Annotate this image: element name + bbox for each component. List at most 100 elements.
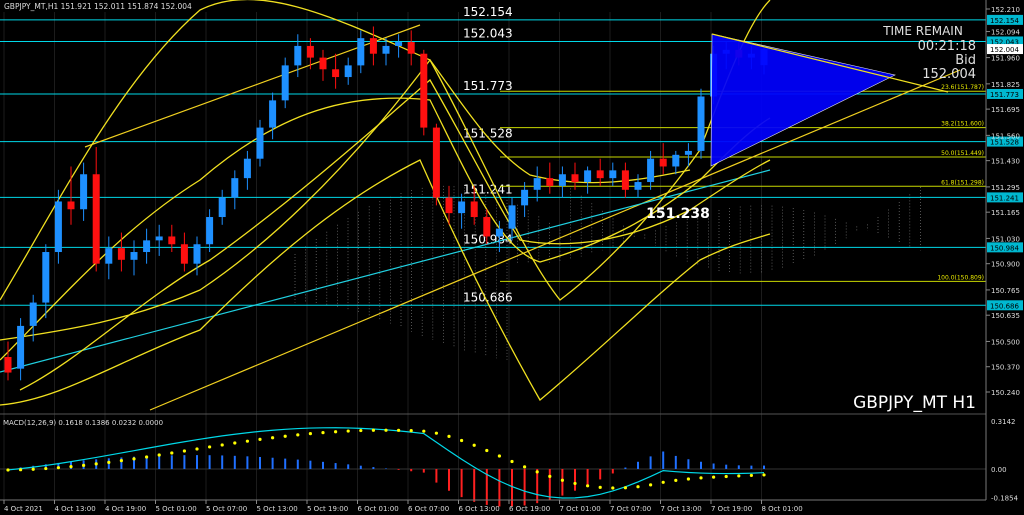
signal-dot [283,434,287,438]
candle-body [647,158,655,183]
level-tag-text: 150.984 [990,244,1019,252]
candle-body [483,217,491,237]
candle-body [584,170,592,183]
candle-body [382,45,390,54]
timer-title: TIME REMAIN [882,24,963,38]
candle-body [80,174,88,210]
candle-body [105,248,113,264]
signal-dot [258,437,262,442]
candle-body [243,158,251,179]
signal-dot [346,429,350,433]
signal-dot [195,447,199,451]
signal-dot [107,460,111,464]
price-tick-label: 150.370 [991,364,1020,372]
signal-dot [170,451,174,455]
signal-dot [523,465,527,469]
time-tick-label: 4 Oct 19:00 [105,505,146,513]
candle-body [117,248,125,260]
candle-body [17,325,25,369]
price-tick-label: 150.240 [991,389,1020,397]
signal-dot [308,432,312,436]
signal-dot [636,485,640,489]
macd-axis-label: 0.3142 [991,418,1016,426]
signal-dot [573,481,577,486]
symbol-label: GBPJPY_MT H1 [853,393,976,413]
signal-dot [220,443,224,447]
time-tick-label: 4 Oct 2021 [4,505,43,513]
low-marker: 151.238 [646,206,710,222]
candle-body [470,201,478,218]
signal-dot [699,476,703,480]
signal-dot [44,466,48,471]
time-tick-label: 5 Oct 07:00 [206,505,247,513]
candle-body [168,236,176,245]
signal-dot [497,454,501,458]
time-tick-label: 6 Oct 07:00 [408,505,449,513]
candle-body [143,240,151,253]
candle-body [155,236,163,241]
macd-axis-label: 0.00 [991,466,1007,474]
candle-body [407,42,415,54]
time-tick-label: 5 Oct 01:00 [156,505,197,513]
candle-body [357,38,365,66]
time-tick-label: 7 Oct 13:00 [661,505,702,513]
header-info: GBPJPY_MT,H1 151.921 152.011 151.874 152… [4,2,192,11]
signal-dot [296,433,300,437]
signal-dot [712,475,716,479]
signal-dot [94,462,98,466]
signal-dot [371,428,375,432]
candle-body [92,174,100,264]
candle-body [521,189,529,206]
time-tick-label: 6 Oct 01:00 [358,505,399,513]
candle-body [571,174,579,183]
time-tick-label: 7 Oct 07:00 [610,505,651,513]
signal-dot [649,483,653,487]
signal-dot [119,459,123,463]
signal-dot [447,434,451,438]
signal-dot [19,468,23,472]
price-tick-label: 152.210 [991,6,1020,14]
candle-body [546,178,554,186]
candle-body [621,170,629,190]
candle-body [281,65,289,101]
signal-dot [145,455,149,459]
signal-dot [472,443,476,447]
candle-body [634,182,642,190]
signal-dot [460,438,464,443]
candle-body [294,45,302,66]
candle-body [533,178,541,190]
signal-dot [6,468,10,472]
signal-dot [434,431,438,435]
signal-dot [31,467,35,471]
trading-chart[interactable]: 152.154152.154152.043152.043151.773151.7… [0,0,1024,515]
candle-body [659,158,667,167]
price-tick-label: 151.560 [991,132,1020,140]
candle-body [684,150,692,155]
signal-dot [384,428,388,432]
candle-body [29,302,37,326]
candle-body [344,65,352,78]
price-tick-label: 150.500 [991,338,1020,346]
signal-dot [69,464,73,469]
fib-label: 38.2(151.600) [941,121,984,128]
macd-axis-label: -0.1854 [991,494,1019,502]
level-label: 152.043 [463,26,513,40]
signal-dot [762,473,766,477]
macd-label: MACD(12,26,9) 0.1618 0.1386 0.0232 0.000… [3,419,163,427]
level-tag-text: 150.686 [990,302,1019,310]
candle-body [432,127,440,198]
signal-dot [724,474,728,479]
signal-dot [409,429,413,433]
signal-dot [157,453,161,457]
candle-body [4,357,12,373]
signal-dot [661,480,665,484]
fib-label: 50.0(151.449) [941,150,984,157]
candle-body [206,217,214,245]
signal-dot [397,428,401,432]
candle-body [609,170,617,179]
signal-dot [535,470,539,474]
price-tick-label: 150.635 [991,312,1020,320]
candle-body [67,201,75,210]
time-tick-label: 5 Oct 19:00 [307,505,348,513]
candle-body [558,174,566,186]
